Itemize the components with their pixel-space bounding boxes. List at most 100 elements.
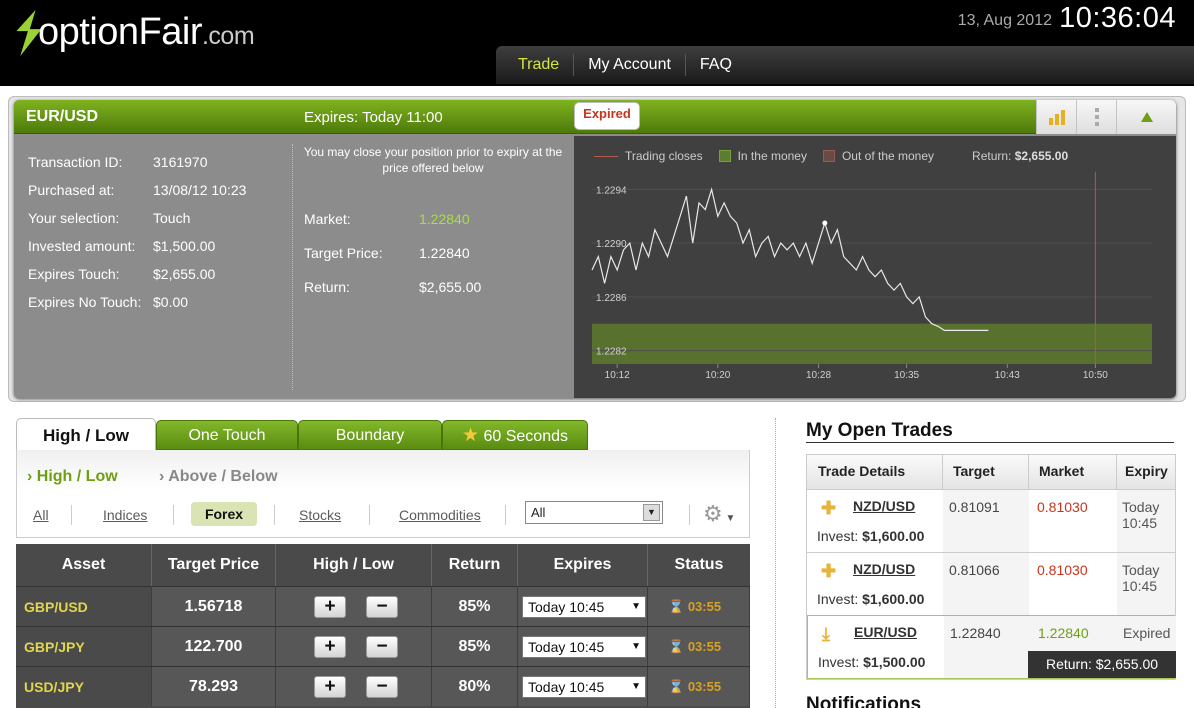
trade-pair-link[interactable]: NZD/USD	[853, 498, 915, 514]
trade-target: 0.81091	[943, 490, 1029, 552]
expiry-value: Today 10:45	[528, 599, 605, 615]
detail-value: $0.00	[153, 294, 189, 310]
tab-boundary[interactable]: Boundary	[298, 420, 442, 450]
open-trade-row[interactable]: ✚ NZD/USD Invest: $1,600.00 0.81091 0.81…	[807, 489, 1175, 552]
subtab-above-below[interactable]: › Above / Below	[159, 468, 278, 486]
panel-toolbar	[1036, 100, 1176, 134]
details-view-button[interactable]	[1076, 100, 1116, 134]
invest-amount: $1,600.00	[862, 591, 925, 607]
x-tick-label: 10:50	[1083, 370, 1108, 381]
divider	[173, 505, 174, 525]
main-nav: Trade My Account FAQ	[496, 46, 1194, 84]
chart-view-button[interactable]	[1036, 100, 1076, 134]
subtab-above-below-label: Above / Below	[168, 468, 278, 485]
trade-panel: EUR/USD Expires: Today 11:00 Expired Tra…	[14, 100, 1176, 398]
nav-faq[interactable]: FAQ	[686, 54, 746, 76]
trade-target: 1.22840	[944, 616, 1030, 678]
divider	[505, 505, 506, 525]
expires-cell: Today 10:45 ▼	[518, 627, 648, 667]
market-value: 1.22840	[419, 211, 470, 227]
y-tick-label: 1.2286	[596, 293, 627, 304]
chevron-down-icon: ▼	[631, 681, 641, 692]
column-divider	[775, 418, 776, 708]
triangle-up-icon	[1140, 112, 1153, 122]
expiry-select[interactable]: Today 10:45 ▼	[522, 676, 646, 698]
status-cell: ⌛ 03:55	[648, 627, 750, 667]
high-button[interactable]: +	[314, 676, 346, 698]
chevron-down-icon: ▼	[631, 601, 641, 612]
detail-label: Expires Touch:	[28, 266, 120, 282]
hourglass-icon: ⌛	[668, 639, 685, 654]
expiry-select[interactable]: Today 10:45 ▼	[522, 596, 646, 618]
gear-icon[interactable]: ⚙ ▼	[703, 501, 735, 527]
x-tick-label: 10:20	[705, 370, 730, 381]
asset-name[interactable]: USD/JPY	[16, 667, 152, 707]
nav-trade[interactable]: Trade	[504, 54, 575, 76]
low-button[interactable]: −	[366, 596, 398, 618]
target-price-value: 1.22840	[419, 245, 470, 261]
divider	[274, 505, 275, 525]
asset-name[interactable]: GBP/JPY	[16, 627, 152, 667]
detail-value: Touch	[153, 210, 191, 226]
table-row: GBP/JPY 122.700 + − 85% Today 10:45 ▼ ⌛ 0…	[16, 626, 750, 667]
col-market: Market	[1029, 455, 1117, 489]
trade-details-cell: ✚ NZD/USD Invest: $1,600.00	[807, 553, 943, 615]
nav-my-account[interactable]: My Account	[574, 54, 686, 76]
divider	[292, 144, 293, 390]
site-header: optionFair.com 13, Aug 2012 10:36:04 Tra…	[0, 0, 1194, 86]
return-percent: 80%	[432, 667, 518, 707]
low-button[interactable]: −	[366, 676, 398, 698]
high-button[interactable]: +	[314, 596, 346, 618]
filter-indices[interactable]: Indices	[103, 507, 147, 523]
tab-60-seconds[interactable]: ★ 60 Seconds	[442, 420, 588, 450]
divider	[369, 505, 370, 525]
expires-cell: Today 10:45 ▼	[518, 667, 648, 707]
trade-expiry: Today 10:45	[1117, 553, 1175, 615]
col-target: Target	[943, 455, 1029, 489]
col-asset: Asset	[16, 544, 152, 586]
sub-tab-bar	[17, 450, 749, 490]
divider	[806, 442, 1174, 443]
status-cell: ⌛ 03:55	[648, 587, 750, 627]
expiry-select[interactable]: Today 10:45 ▼	[522, 636, 646, 658]
low-button[interactable]: −	[366, 636, 398, 658]
detail-label: Your selection:	[28, 210, 120, 226]
trade-pair: EUR/USD	[26, 108, 99, 125]
collapse-panel-button[interactable]	[1116, 100, 1176, 134]
return-percent: 85%	[432, 627, 518, 667]
product-tabs: High / Low One Touch Boundary ★ 60 Secon…	[16, 418, 750, 450]
target-price: 122.700	[152, 627, 276, 667]
trade-details-cell: ⤓ EUR/USD Invest: $1,500.00	[808, 616, 944, 678]
asset-filter-select[interactable]: All ▼	[525, 501, 663, 524]
countdown: 03:55	[687, 679, 722, 694]
filter-stocks[interactable]: Stocks	[299, 507, 341, 523]
chevron-right-icon: ›	[159, 468, 165, 485]
col-status: Status	[674, 556, 724, 573]
expiry-value: Today 10:45	[528, 639, 605, 655]
current-date: 13, Aug 2012	[957, 12, 1052, 29]
open-trade-row[interactable]: ✚ NZD/USD Invest: $1,600.00 0.81066 0.81…	[807, 552, 1175, 615]
tab-one-touch[interactable]: One Touch	[156, 420, 298, 450]
asset-filter-value: All	[531, 505, 546, 520]
detail-value: $2,655.00	[153, 266, 216, 282]
filter-forex[interactable]: Forex	[191, 502, 257, 526]
high-button[interactable]: +	[314, 636, 346, 658]
trade-invest: Invest: $1,600.00	[817, 591, 924, 607]
tab-high-low[interactable]: High / Low	[16, 418, 156, 450]
detail-label: Purchased at:	[28, 182, 115, 198]
open-trade-row[interactable]: ⤓ EUR/USD Invest: $1,500.00 1.22840 1.22…	[807, 615, 1176, 679]
x-tick-label: 10:12	[605, 370, 630, 381]
logo[interactable]: optionFair.com	[38, 10, 255, 58]
trade-pair-link[interactable]: EUR/USD	[854, 624, 917, 640]
price-series-line	[591, 187, 989, 331]
trade-pair-link[interactable]: NZD/USD	[853, 561, 915, 577]
filter-all[interactable]: All	[33, 507, 49, 523]
plus-icon: ✚	[821, 561, 837, 581]
asset-filter-panel: › High / Low › Above / Below All Indices…	[16, 450, 750, 538]
filter-commodities[interactable]: Commodities	[399, 507, 481, 523]
subtab-high-low[interactable]: › High / Low	[27, 468, 118, 486]
asset-name[interactable]: GBP/USD	[16, 587, 152, 627]
invest-label: Invest:	[818, 654, 860, 670]
plus-icon: ✚	[821, 498, 837, 518]
col-expires: Expires	[518, 544, 648, 586]
